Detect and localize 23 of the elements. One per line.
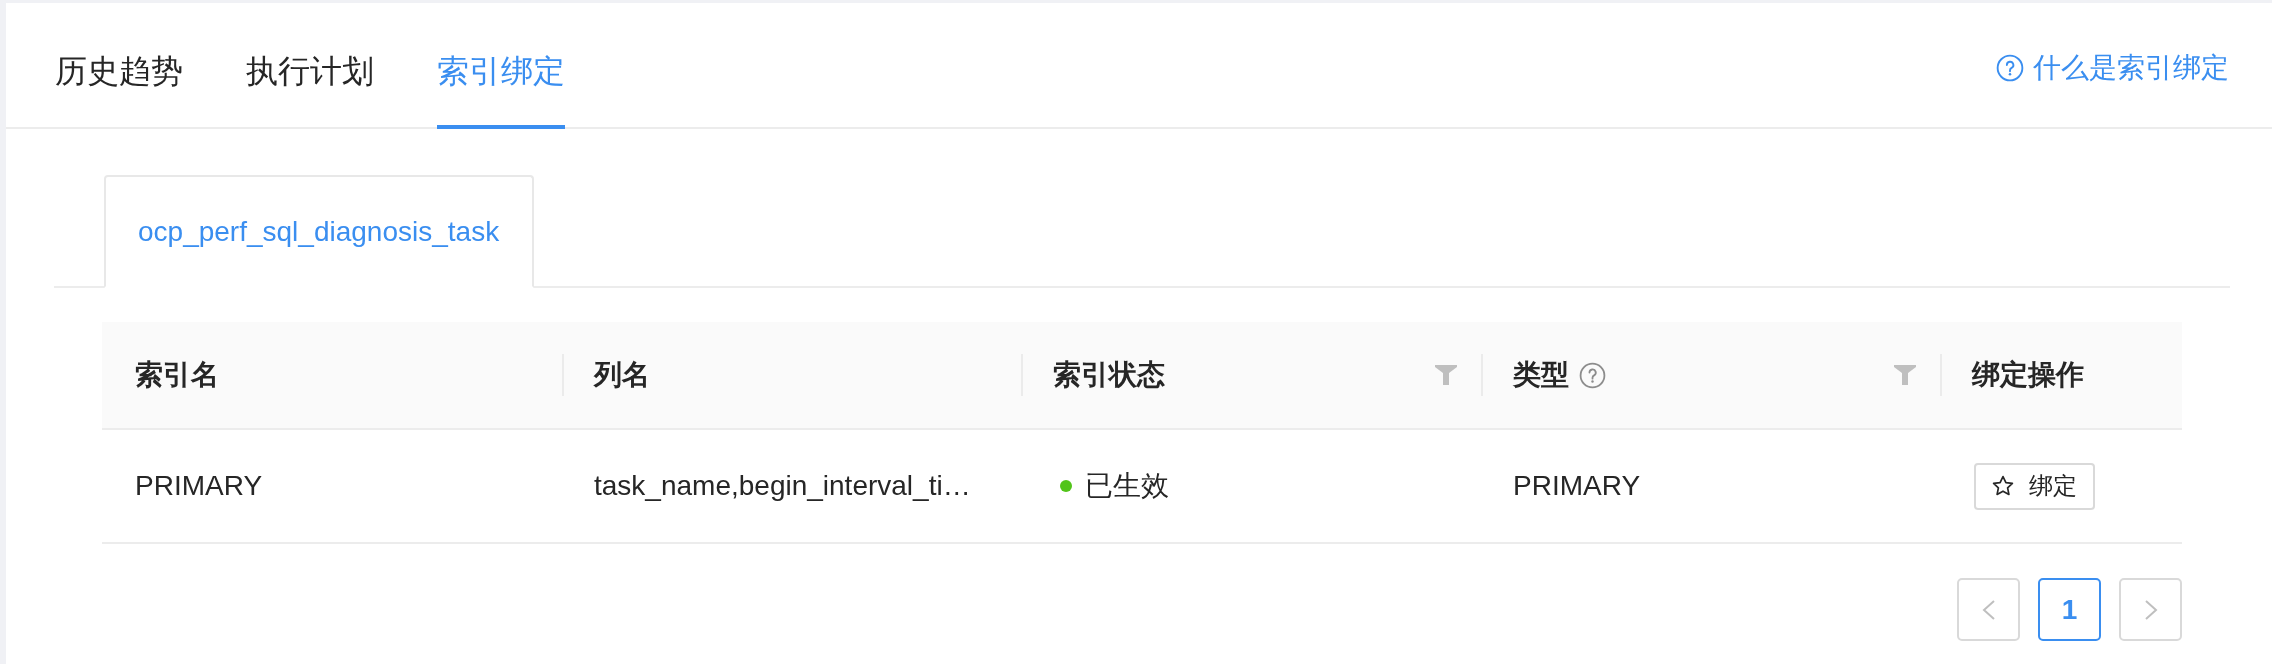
page-button[interactable]: 1 [2038,578,2101,641]
tab[interactable]: 执行计划 [246,3,374,129]
table-cell: PRIMARY [135,470,263,502]
column-header: 绑定操作 [1972,358,2084,392]
star-icon [1991,474,2015,498]
filter-icon[interactable] [1435,365,1457,385]
column-header: 类型 [1513,358,1569,392]
table-tab[interactable]: ocp_perf_sql_diagnosis_task [104,175,535,288]
chevron-left-icon [1981,598,1996,621]
help-link[interactable]: 什么是索引绑定 [1996,49,2229,87]
column-header: 列名 [594,358,650,392]
status-label: 已生效 [1085,469,1169,503]
column-header: 索引状态 [1053,358,1165,392]
filter-icon[interactable] [1894,365,1916,385]
chevron-right-icon [2143,598,2158,621]
table-cell: task_name,begin_interval_ti… [594,470,971,502]
help-icon [1996,54,2024,82]
tab[interactable]: 历史趋势 [55,3,183,129]
table-cell: PRIMARY [1513,470,1641,502]
tab[interactable]: 索引绑定 [437,3,565,129]
help-icon[interactable] [1579,361,1606,389]
column-header: 索引名 [135,358,219,392]
bind-button[interactable]: 绑定 [1974,462,2095,510]
